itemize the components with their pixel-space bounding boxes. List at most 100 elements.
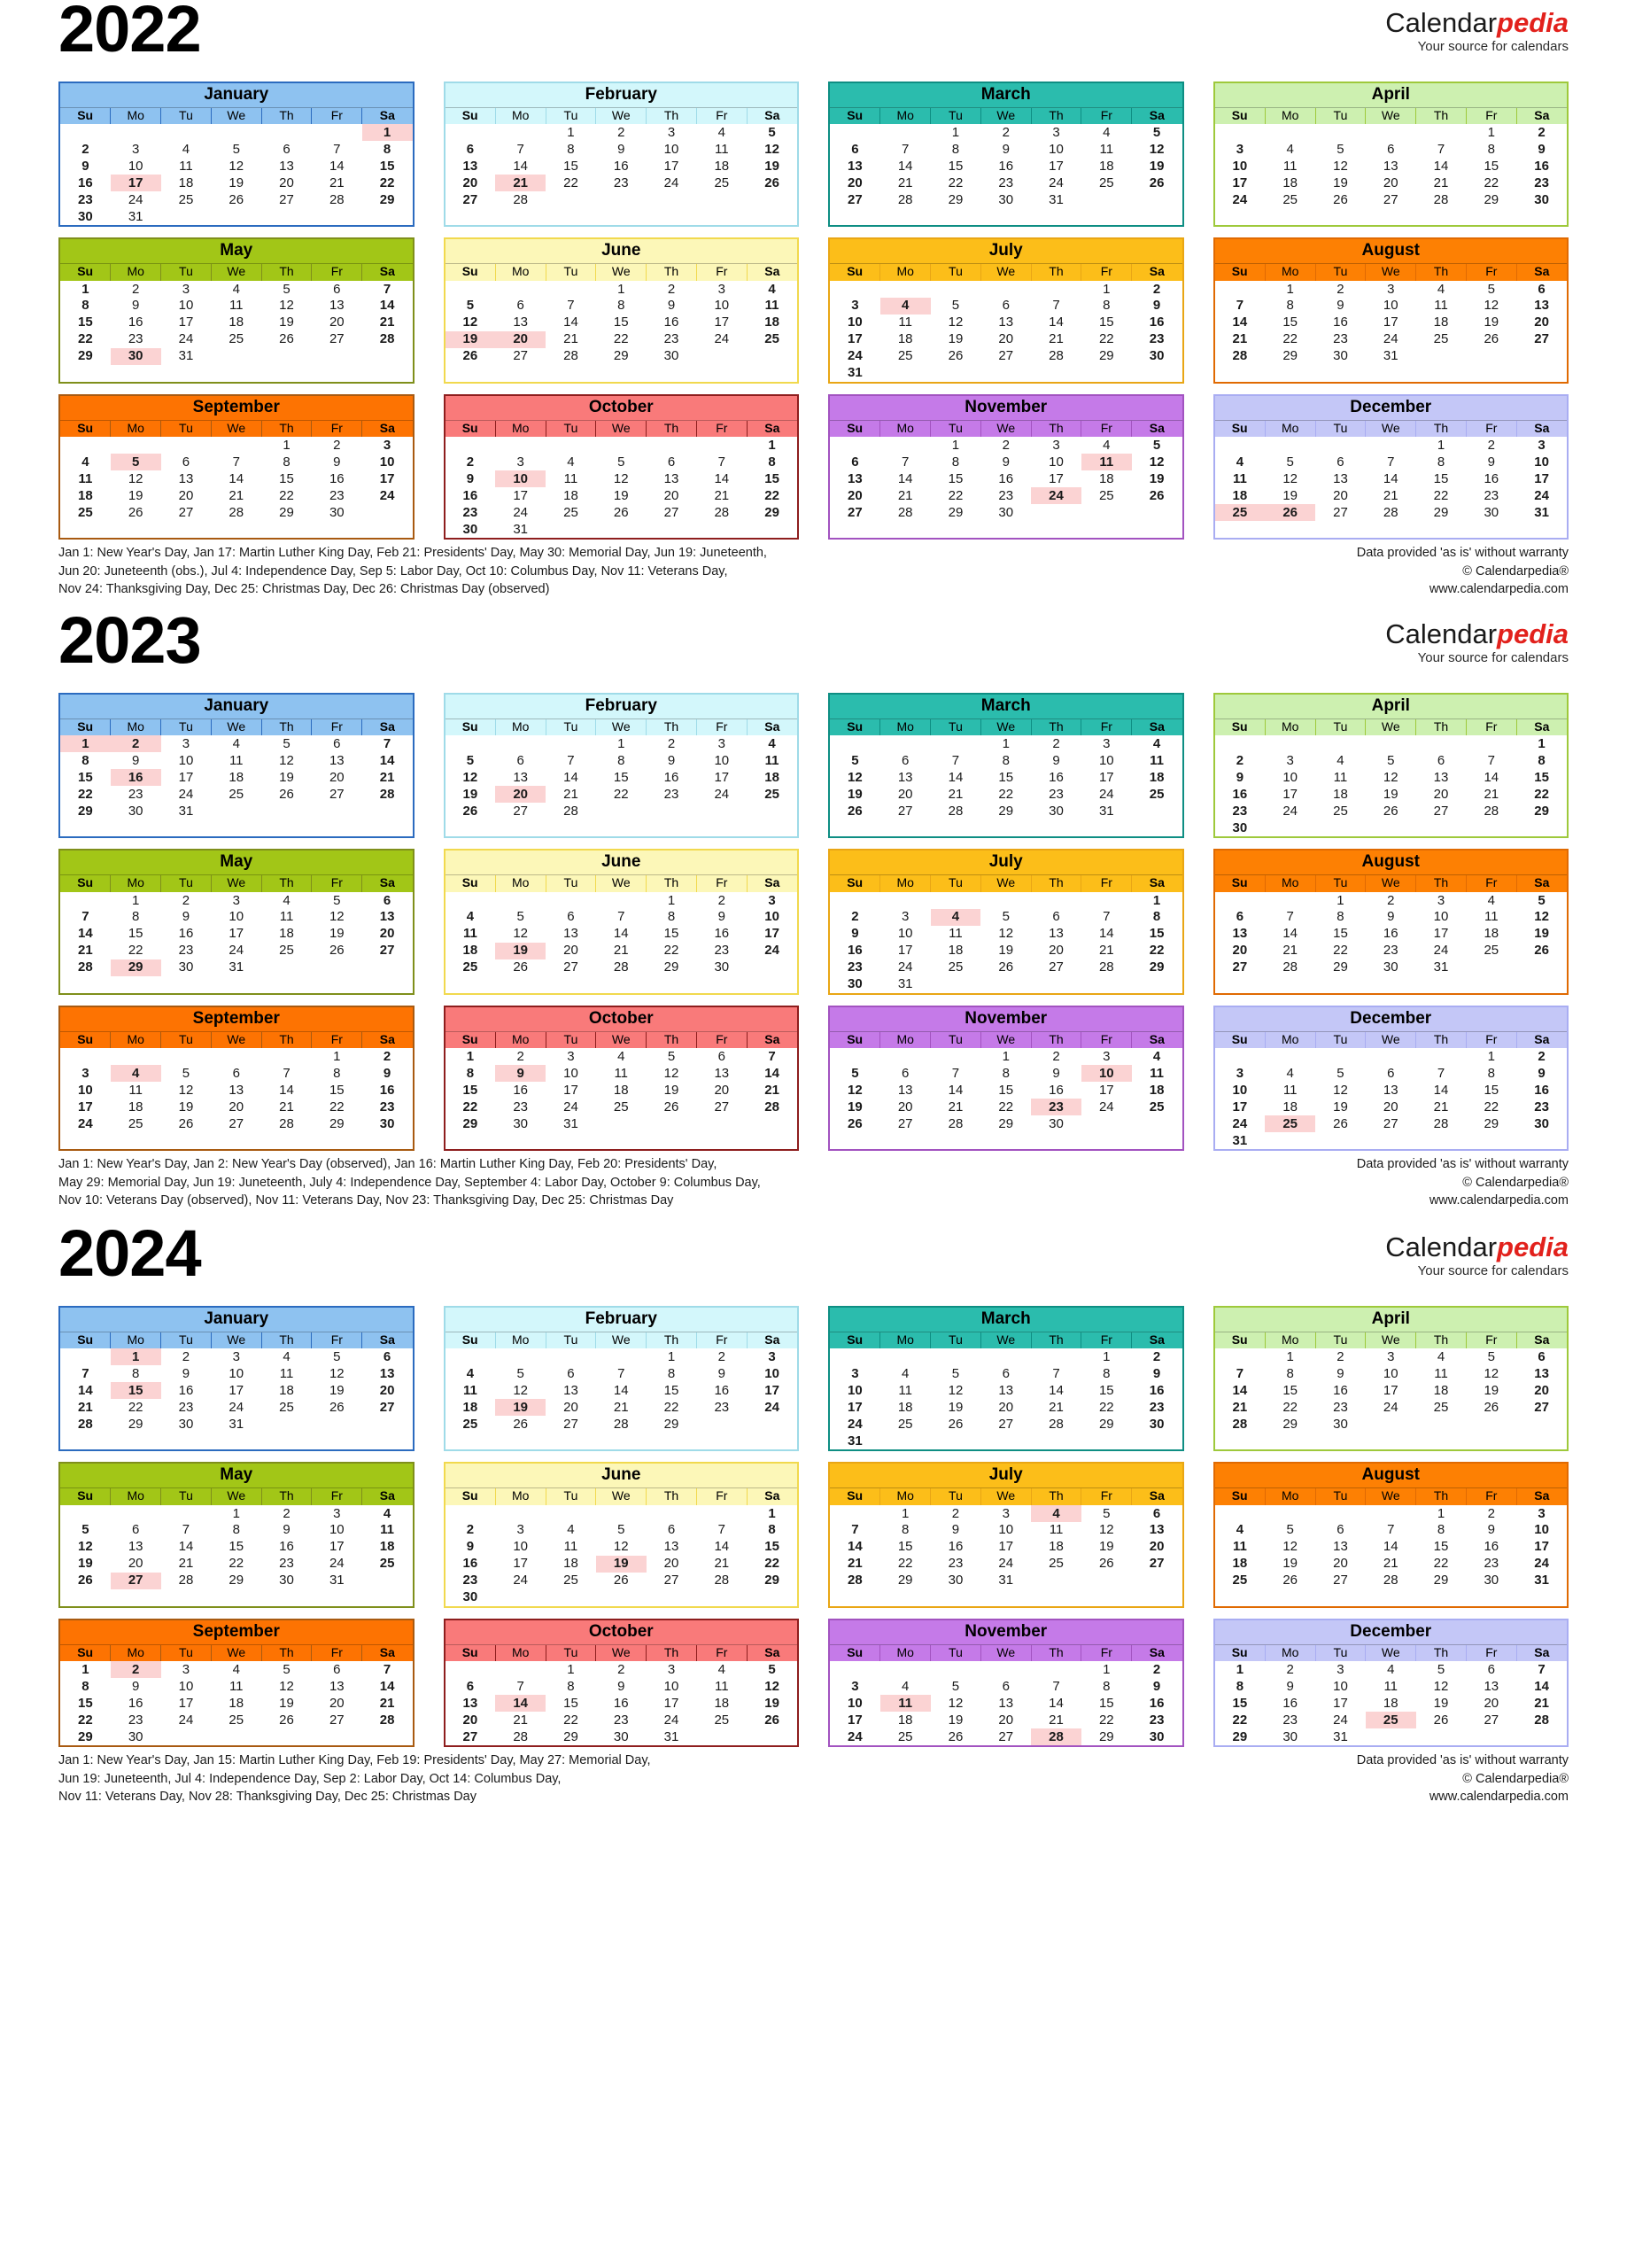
day-cell: 1 bbox=[1002, 1049, 1010, 1065]
day-cell: 15 bbox=[613, 315, 629, 330]
day-cell: 7 bbox=[383, 1662, 391, 1678]
weekday-header-tu: Tu bbox=[930, 420, 981, 437]
day-cell: 1 bbox=[768, 438, 776, 454]
week-row: 21 22 23 24 25 26 27 bbox=[1215, 331, 1568, 348]
day-cell: 28 bbox=[714, 504, 730, 520]
month-table: Su Mo Tu We Th Fr Sa 1 2 3 4 5 6 7 8 9 10 11 12 13 14 15 16 17 1… bbox=[60, 1488, 413, 1589]
weekday-header-sa: Sa bbox=[1534, 718, 1550, 734]
disclaimer-line3[interactable]: www.calendarpedia.com bbox=[1357, 1192, 1569, 1210]
day-cell: 2 bbox=[1538, 125, 1546, 141]
month-table: Su Mo Tu We Th Fr Sa 1 2 3 4 5 6 7 8 9 10 11 12 13 14 15 16 17 1… bbox=[445, 1031, 797, 1132]
day-cell: 16 bbox=[1534, 1082, 1549, 1098]
day-cell: 8 bbox=[667, 1365, 676, 1381]
day-cell: 25 bbox=[379, 1556, 395, 1572]
day-cell: 9 bbox=[1387, 909, 1395, 925]
day-cell-empty bbox=[1081, 365, 1132, 382]
day-cell: 25 bbox=[78, 504, 93, 520]
day-cell: 21 bbox=[279, 1099, 294, 1115]
day-cell-empty bbox=[1315, 437, 1366, 454]
month-block-february: February Su Mo Tu We Th Fr Sa 1 2 3 4 5 6 7 8 9 10 11 12 13 1… bbox=[443, 1305, 799, 1452]
day-cell-empty bbox=[880, 1048, 931, 1065]
day-cell: 25 bbox=[1232, 1573, 1248, 1588]
month-table: Su Mo Tu We Th Fr Sa 1 2 3 4 5 6 7 8 9 10 11 12 13 14 15 16 17 1… bbox=[1214, 1488, 1567, 1588]
day-cell: 5 bbox=[1152, 125, 1161, 141]
week-row: 12345 bbox=[830, 124, 1182, 141]
month-title: January bbox=[60, 1307, 413, 1332]
day-cell: 27 bbox=[998, 1728, 1014, 1744]
day-cell: 27 bbox=[1534, 1399, 1549, 1415]
week-row: 4 5 6 7 8 9 10 bbox=[445, 909, 798, 926]
day-cell: 13 bbox=[848, 470, 863, 486]
day-cell: 22 bbox=[1534, 786, 1549, 802]
day-cell: 24 bbox=[513, 504, 529, 520]
day-cell: 1 bbox=[1336, 892, 1344, 908]
weekday-header-row: Su Mo Tu We Th Fr Sa bbox=[830, 1031, 1182, 1048]
day-cell: 4 bbox=[1437, 281, 1445, 297]
day-cell: 22 bbox=[563, 175, 578, 190]
week-row: 25 26 27 28 29 30 31 bbox=[1214, 503, 1568, 521]
weekday-header-mo: Mo bbox=[495, 1644, 546, 1661]
day-cell: 2 bbox=[110, 735, 161, 753]
day-cell: 5 bbox=[283, 736, 291, 752]
brand-tagline: Your source for calendars bbox=[1417, 1262, 1569, 1278]
day-cell: 22 bbox=[1149, 943, 1165, 959]
day-cell: 2 bbox=[1002, 438, 1010, 454]
weekday-header-row: Su Mo Tu We Th Fr Sa bbox=[830, 107, 1182, 125]
week-row: 18 19 20 21 22 23 24 bbox=[60, 487, 413, 504]
day-cell: 24 bbox=[1031, 486, 1081, 504]
day-cell-empty bbox=[596, 191, 647, 208]
day-cell: 21 bbox=[714, 487, 730, 503]
weekday-header-fr: Fr bbox=[696, 264, 748, 281]
day-cell: 17 bbox=[379, 470, 395, 486]
day-cell: 23 bbox=[1333, 1399, 1348, 1415]
day-cell: 13 bbox=[897, 769, 913, 785]
day-cell: 8 bbox=[1487, 141, 1495, 157]
day-cell-empty bbox=[312, 1728, 362, 1745]
day-cell: 9 bbox=[182, 909, 190, 925]
day-cell: 18 bbox=[613, 1082, 629, 1098]
day-cell: 31 bbox=[1433, 959, 1449, 975]
month-table: Su Mo Tu We Th Fr Sa 1 2 3 4 5 6 7 8 9 10 11 12 13 14 15 16 17 1… bbox=[830, 1488, 1182, 1588]
day-cell: 30 bbox=[513, 1115, 529, 1131]
day-cell: 6 bbox=[182, 454, 190, 470]
day-cell-empty bbox=[1265, 124, 1315, 141]
day-cell: 14 bbox=[613, 1382, 629, 1398]
day-cell: 3 bbox=[717, 736, 725, 752]
week-row: 14 15 16 17 18 19 20 bbox=[60, 1382, 413, 1400]
weekday-header-fr: Fr bbox=[696, 107, 748, 125]
day-cell: 14 bbox=[1232, 315, 1248, 330]
day-cell: 11 bbox=[78, 470, 93, 486]
day-cell: 20 bbox=[998, 331, 1014, 347]
day-cell: 7 bbox=[1236, 1365, 1244, 1381]
day-cell: 5 bbox=[617, 454, 625, 470]
day-cell-empty bbox=[830, 735, 880, 752]
week-row: 31 bbox=[830, 1433, 1182, 1449]
day-cell: 16 bbox=[178, 926, 194, 942]
day-cell: 19 bbox=[948, 331, 964, 347]
day-cell: 22 bbox=[1333, 943, 1348, 959]
weekday-header-we: We bbox=[980, 875, 1032, 892]
month-title: June bbox=[445, 1464, 797, 1489]
day-cell-empty bbox=[647, 803, 697, 819]
disclaimer-line3[interactable]: www.calendarpedia.com bbox=[1357, 1788, 1569, 1806]
week-row: 31 bbox=[1215, 1132, 1568, 1149]
day-cell: 7 bbox=[1387, 1522, 1395, 1538]
day-cell: 29 bbox=[1098, 1416, 1114, 1432]
month-title: July bbox=[830, 239, 1182, 265]
weekday-header-tu: Tu bbox=[930, 107, 981, 125]
day-cell: 28 bbox=[1232, 348, 1248, 364]
day-cell: 27 bbox=[229, 1115, 244, 1131]
day-cell: 2 bbox=[283, 1505, 291, 1521]
year-title: 2022 bbox=[58, 0, 202, 66]
week-row: 123 bbox=[1215, 437, 1568, 454]
day-cell: 18 bbox=[714, 1695, 730, 1711]
day-cell-empty bbox=[546, 1505, 596, 1522]
day-cell: 9 bbox=[1538, 141, 1546, 157]
disclaimer-line3[interactable]: www.calendarpedia.com bbox=[1357, 580, 1569, 599]
weekday-header-th: Th bbox=[261, 420, 313, 437]
weekday-header-su: Su bbox=[830, 718, 881, 736]
day-cell: 9 bbox=[667, 752, 676, 768]
weekday-header-fr: Fr bbox=[311, 1332, 363, 1349]
month-title: July bbox=[830, 1464, 1182, 1489]
